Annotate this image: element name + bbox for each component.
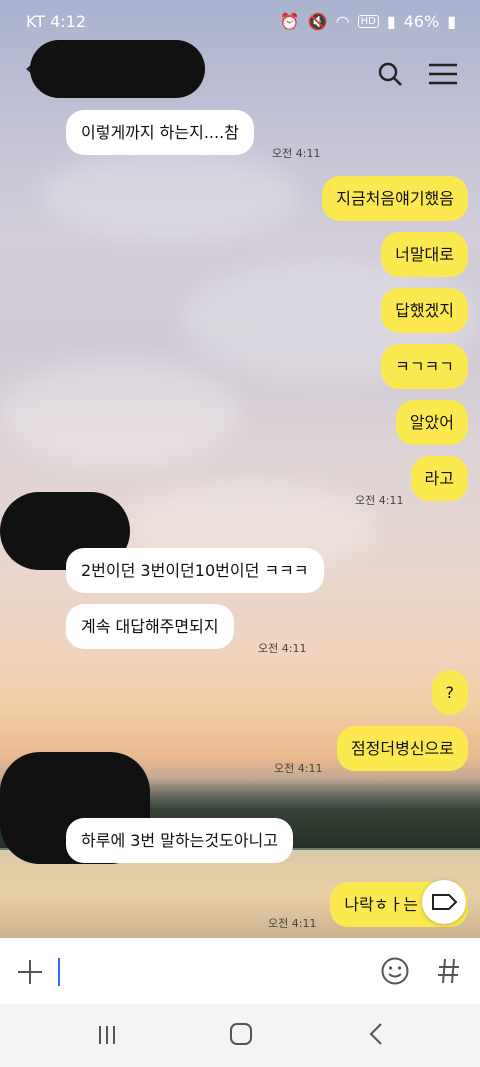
search-icon[interactable]	[376, 60, 404, 88]
message-bubble-received[interactable]: 하루에 3번 말하는것도아니고	[66, 818, 293, 864]
hd-icon: HD	[357, 15, 379, 28]
back-icon[interactable]	[366, 1022, 386, 1046]
message-bubble-received[interactable]: 이렇게까지 하는지....참	[66, 110, 254, 156]
battery-level: 46%	[403, 12, 440, 31]
message-bubble-sent[interactable]: 답했겠지	[381, 288, 468, 334]
message-bubble-sent[interactable]: ?	[431, 670, 468, 716]
message-timestamp: 오전 4:11	[272, 147, 321, 160]
cloud	[40, 150, 300, 240]
message-bubble-sent[interactable]: 알았어	[395, 400, 468, 446]
message-timestamp: 오전 4:11	[258, 642, 307, 655]
message-bubble-received[interactable]: 계속 대답해주면되지	[66, 604, 234, 650]
wifi-icon: ◠	[335, 12, 350, 31]
system-navigation-bar	[0, 1004, 480, 1067]
message-bubble-received[interactable]: 2번이던 3번이던10번이던 ㅋㅋㅋ	[66, 548, 324, 594]
message-timestamp: 오전 4:11	[355, 494, 404, 507]
home-icon[interactable]	[229, 1022, 253, 1046]
tag-button[interactable]	[422, 880, 466, 924]
cloud	[0, 360, 240, 470]
message-bubble-sent[interactable]: 점정더병신으로	[336, 726, 468, 772]
message-bubble-sent[interactable]: 라고	[410, 456, 468, 502]
emoji-icon[interactable]	[380, 956, 410, 986]
message-timestamp: 오전 4:11	[274, 762, 323, 775]
mute-icon: 🔇	[307, 12, 328, 31]
status-bar: KT 4:12 ⏰ 🔇 ◠ HD ▮ 46% ▮	[0, 0, 480, 44]
message-input[interactable]	[56, 956, 346, 988]
menu-icon[interactable]	[428, 62, 458, 86]
text-cursor	[58, 958, 60, 986]
hashtag-icon[interactable]	[436, 956, 462, 986]
carrier-time: KT 4:12	[26, 12, 87, 31]
message-bubble-sent[interactable]: 너말대로	[381, 232, 468, 278]
alarm-icon: ⏰	[279, 12, 300, 31]
status-icons: ⏰ 🔇 ◠ HD ▮ 46% ▮	[280, 12, 456, 31]
message-input-bar	[0, 938, 480, 1004]
tag-icon	[432, 894, 458, 910]
message-bubble-sent[interactable]: 지금처음얘기했음	[322, 176, 468, 222]
message-bubble-sent[interactable]: ㅋㄱㅋㄱ	[381, 344, 468, 390]
recent-apps-icon[interactable]	[96, 1024, 118, 1046]
message-timestamp: 오전 4:11	[268, 917, 317, 930]
redacted-contact-name	[30, 40, 205, 98]
signal-icon: ▮	[386, 12, 396, 31]
battery-icon: ▮	[447, 12, 456, 31]
plus-icon[interactable]	[16, 958, 44, 986]
